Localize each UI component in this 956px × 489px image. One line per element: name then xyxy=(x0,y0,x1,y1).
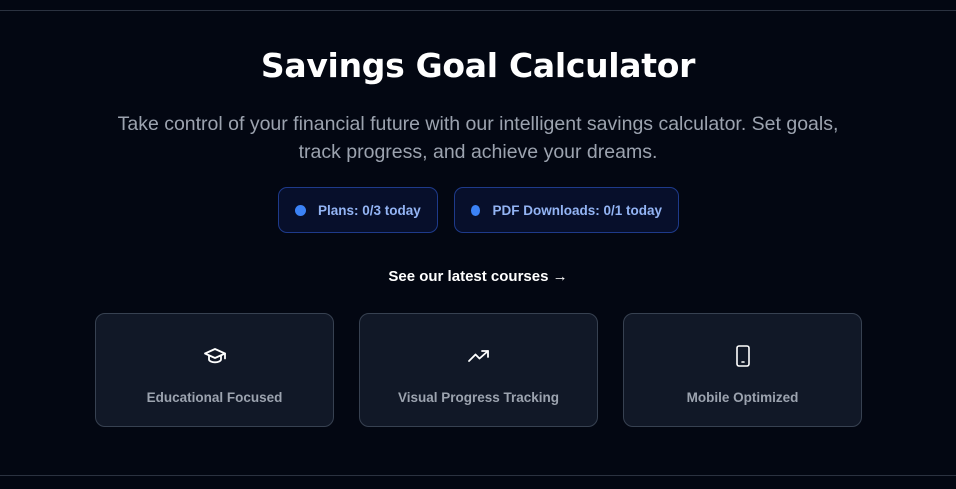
pdf-downloads-badge-label: PDF Downloads: 0/1 today xyxy=(492,202,662,218)
page: Savings Goal Calculator Take control of … xyxy=(0,0,956,489)
bottom-divider xyxy=(0,475,956,476)
feature-card-educational: Educational Focused xyxy=(95,313,334,427)
latest-courses-link[interactable]: See our latest courses → xyxy=(0,268,956,285)
status-dot-icon xyxy=(295,204,306,216)
top-divider xyxy=(0,10,956,11)
trending-up-icon xyxy=(467,344,491,368)
feature-card-label: Mobile Optimized xyxy=(686,390,799,405)
feature-card-progress: Visual Progress Tracking xyxy=(359,313,598,427)
feature-card-mobile: Mobile Optimized xyxy=(623,313,862,427)
smartphone-icon xyxy=(731,344,755,368)
plans-badge-label: Plans: 0/3 today xyxy=(318,202,421,218)
page-subtitle: Take control of your financial future wi… xyxy=(117,113,839,163)
page-title: Savings Goal Calculator xyxy=(260,46,696,85)
feature-cards: Educational Focused Visual Progress Trac… xyxy=(95,313,862,427)
graduation-cap-icon xyxy=(203,344,227,368)
feature-card-label: Educational Focused xyxy=(146,390,283,405)
status-dot-icon xyxy=(471,204,481,216)
feature-card-label: Visual Progress Tracking xyxy=(397,390,560,405)
usage-badges: Plans: 0/3 today PDF Downloads: 0/1 toda… xyxy=(278,187,679,233)
plans-badge: Plans: 0/3 today xyxy=(278,187,438,233)
pdf-downloads-badge: PDF Downloads: 0/1 today xyxy=(454,187,679,233)
